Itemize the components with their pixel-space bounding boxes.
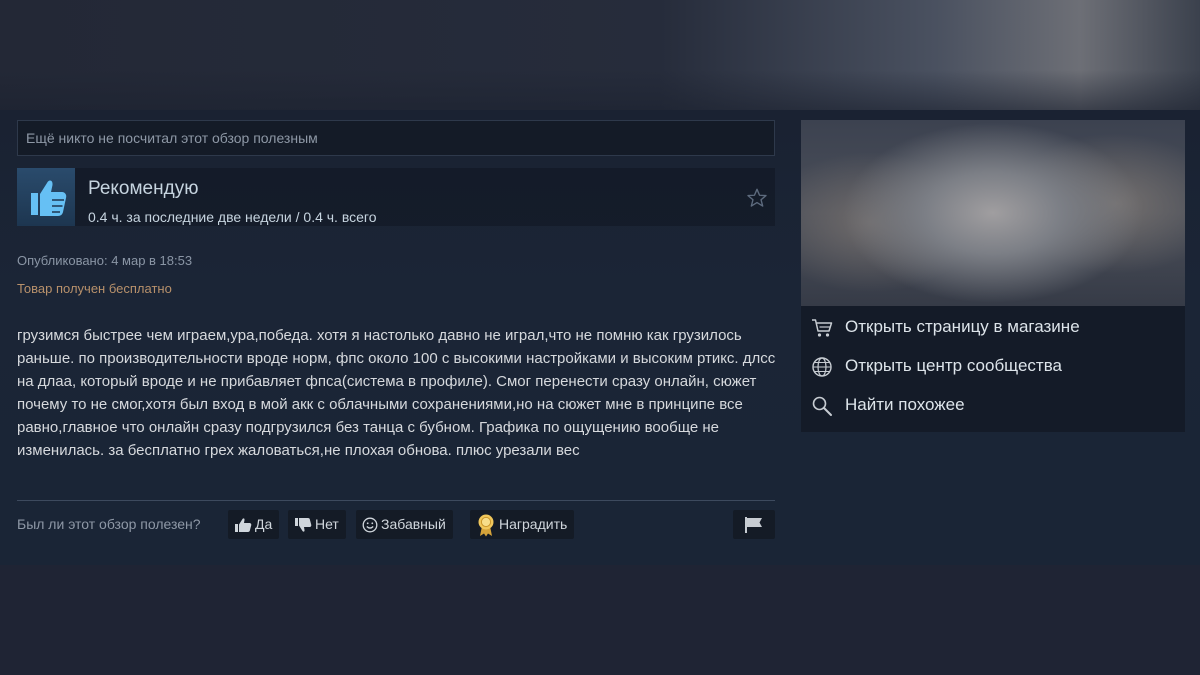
open-store-page-link[interactable]: Открыть страницу в магазине — [801, 308, 1185, 346]
award-button[interactable]: Наградить — [470, 510, 575, 539]
vote-no-button[interactable]: Нет — [288, 510, 346, 539]
review-body: грузимся быстрее чем играем,ура,победа. … — [17, 327, 776, 459]
report-flag-button[interactable] — [733, 510, 775, 539]
recommendation-header: Рекомендую 0.4 ч. за последние две недел… — [17, 168, 775, 226]
award-label: Наградить — [499, 516, 568, 532]
star-icon[interactable] — [746, 187, 768, 209]
game-header-banner — [0, 0, 1200, 110]
find-similar-label: Найти похожее — [845, 395, 965, 414]
award-medal-icon — [476, 513, 496, 537]
game-preview-image[interactable] — [801, 120, 1185, 306]
vote-yes-label: Да — [255, 516, 273, 532]
thumbs-up-icon — [17, 168, 75, 226]
vote-question: Был ли этот обзор полезен? — [17, 516, 201, 532]
page-footer-area — [0, 565, 1200, 675]
smiley-icon — [362, 517, 378, 533]
recommendation-title: Рекомендую — [88, 178, 199, 199]
thumbs-up-icon — [234, 517, 252, 533]
open-community-hub-link[interactable]: Открыть центр сообщества — [801, 347, 1185, 385]
vote-funny-button[interactable]: Забавный — [356, 510, 453, 539]
thumbs-down-icon — [294, 517, 312, 533]
find-similar-link[interactable]: Найти похожее — [801, 386, 1185, 424]
search-icon — [812, 396, 832, 416]
cart-icon — [812, 319, 833, 337]
vote-no-label: Нет — [315, 516, 339, 532]
sidebar-links: Открыть страницу в магазине Открыть цент… — [801, 306, 1185, 432]
globe-icon — [812, 357, 832, 377]
helpful-status-bar: Ещё никто не посчитал этот обзор полезны… — [17, 120, 775, 156]
divider — [17, 500, 775, 501]
playtime-hours: 0.4 ч. за последние две недели / 0.4 ч. … — [88, 209, 377, 225]
vote-funny-label: Забавный — [381, 516, 446, 532]
flag-icon — [745, 517, 762, 534]
open-community-hub-label: Открыть центр сообщества — [845, 356, 1063, 375]
free-product-note: Товар получен бесплатно — [17, 281, 172, 296]
open-store-page-label: Открыть страницу в магазине — [845, 317, 1080, 336]
vote-controls: Был ли этот обзор полезен? Да Нет Забавн… — [17, 510, 775, 539]
posted-date: Опубликовано: 4 мар в 18:53 — [17, 253, 193, 268]
vote-yes-button[interactable]: Да — [228, 510, 280, 539]
